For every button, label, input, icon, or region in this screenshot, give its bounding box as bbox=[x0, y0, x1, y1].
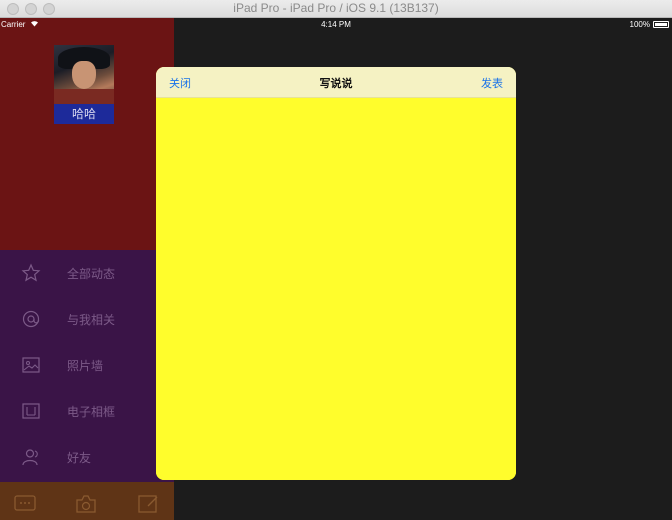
profile-panel: 哈哈 bbox=[0, 18, 174, 250]
menu-item-friends[interactable]: 好友 bbox=[0, 434, 174, 480]
battery-percent: 100% bbox=[629, 20, 650, 29]
menu-item-related-to-me[interactable]: 与我相关 bbox=[0, 296, 174, 342]
menu-item-label: 全部动态 bbox=[67, 267, 116, 281]
star-icon bbox=[21, 263, 41, 283]
menu-item-digital-frame[interactable]: 电子相框 bbox=[0, 388, 174, 434]
menu-item-label: 照片墙 bbox=[67, 359, 104, 373]
menu-item-label: 与我相关 bbox=[67, 313, 116, 327]
camera-icon[interactable] bbox=[74, 492, 98, 516]
menu-item-label: 电子相框 bbox=[67, 405, 116, 419]
window-title: iPad Pro - iPad Pro / iOS 9.1 (13B137) bbox=[233, 1, 439, 15]
compose-modal: 关闭 写说说 发表 bbox=[156, 67, 516, 480]
bottom-toolbar bbox=[0, 482, 174, 520]
menu-item-all-updates[interactable]: 全部动态 bbox=[0, 250, 174, 296]
frame-icon bbox=[21, 401, 41, 421]
photo-icon bbox=[21, 355, 41, 375]
ipad-screen: Carrier 4:14 PM 100% 哈哈 全部动态 与我相关 照片墙 电子… bbox=[0, 18, 672, 520]
menu-item-label: 好友 bbox=[67, 451, 92, 465]
menu-item-photo-wall[interactable]: 照片墙 bbox=[0, 342, 174, 388]
simulator-title-bar: iPad Pro - iPad Pro / iOS 9.1 (13B137) bbox=[0, 0, 672, 18]
compose-title: 写说说 bbox=[319, 77, 353, 90]
chat-icon[interactable] bbox=[13, 492, 37, 516]
status-bar: Carrier 4:14 PM 100% bbox=[0, 18, 672, 32]
compose-navbar: 关闭 写说说 发表 bbox=[156, 67, 516, 98]
friends-icon bbox=[21, 447, 41, 467]
at-icon bbox=[21, 309, 41, 329]
profile-name[interactable]: 哈哈 bbox=[54, 104, 114, 124]
avatar[interactable] bbox=[54, 45, 114, 104]
compose-icon[interactable] bbox=[136, 492, 160, 516]
status-time: 4:14 PM bbox=[321, 20, 351, 29]
publish-button[interactable]: 发表 bbox=[481, 75, 503, 91]
battery-icon bbox=[653, 21, 669, 28]
compose-text-area[interactable] bbox=[156, 98, 516, 480]
side-menu: 全部动态 与我相关 照片墙 电子相框 好友 bbox=[0, 250, 174, 482]
